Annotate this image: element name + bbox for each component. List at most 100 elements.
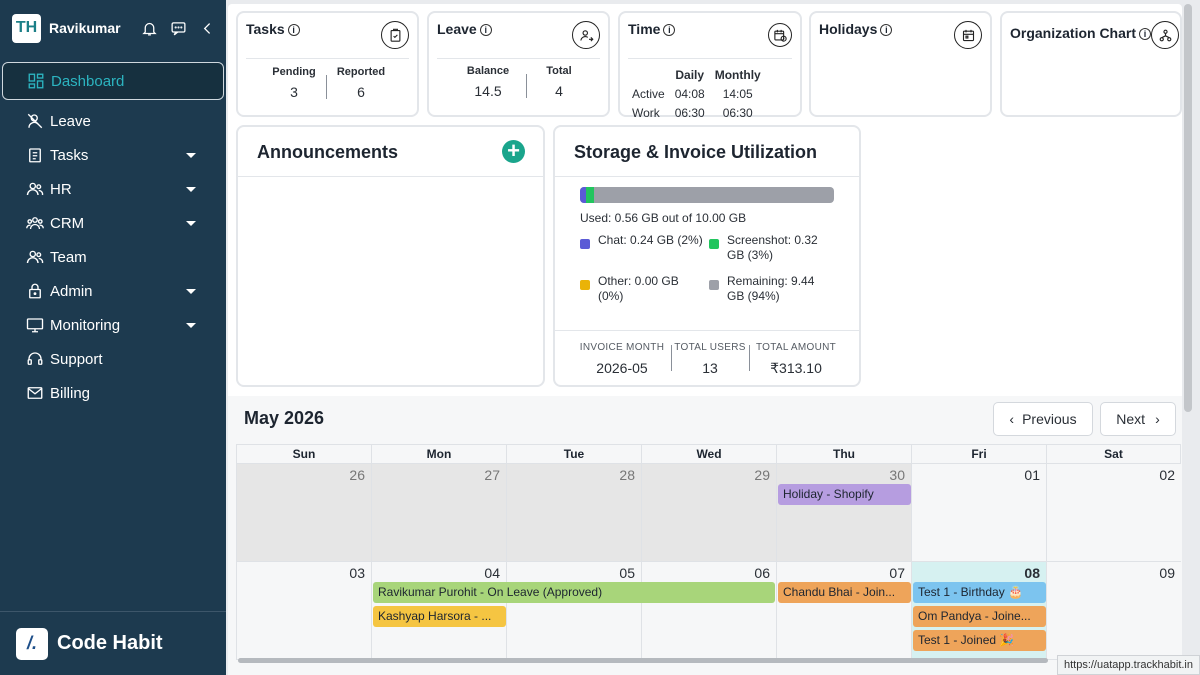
previous-button[interactable]: ‹ Previous bbox=[993, 402, 1093, 436]
sidebar-item-support[interactable]: Support bbox=[0, 342, 226, 376]
calendar-week: 03 04 05 06 07 08 09 Ravikumar Purohit -… bbox=[236, 562, 1182, 660]
calendar-event[interactable]: Om Pandya - Joine... bbox=[913, 606, 1046, 627]
mail-icon bbox=[27, 387, 43, 399]
storage-card: Storage & Invoice Utilization Used: 0.56… bbox=[553, 125, 861, 387]
calendar-week: 26 27 28 29 30 01 02 Holiday - Shopify bbox=[236, 464, 1182, 562]
weekday-label: Wed bbox=[641, 444, 776, 464]
company-name: Code Habit bbox=[57, 632, 163, 654]
calendar-event[interactable]: Ravikumar Purohit - On Leave (Approved) bbox=[373, 582, 775, 603]
info-icon[interactable]: i bbox=[479, 24, 492, 36]
info-icon[interactable]: i bbox=[663, 24, 676, 36]
time-card[interactable]: Time i Daily Monthly Active 04:08 14:05 Work… bbox=[618, 11, 802, 120]
calendar-day[interactable]: 01 bbox=[911, 464, 1046, 562]
sidebar-item-label: Tasks bbox=[50, 146, 89, 164]
sidebar-item-label: Admin bbox=[50, 282, 93, 300]
calendar-event[interactable]: Chandu Bhai - Join... bbox=[778, 582, 911, 603]
weekday-label: Tue bbox=[506, 444, 641, 464]
sidebar-footer: /. Code Habit bbox=[0, 611, 226, 675]
app-logo[interactable]: TH bbox=[12, 13, 41, 43]
company-logo: /. bbox=[16, 627, 48, 660]
sidebar-item-label: Monitoring bbox=[50, 316, 121, 334]
total-users: TOTAL USERS 13 bbox=[674, 342, 746, 376]
storage-title: Storage & Invoice Utilization bbox=[574, 142, 818, 162]
calendar-day[interactable]: 09 bbox=[1046, 562, 1181, 660]
calendar-day[interactable]: 29 bbox=[641, 464, 776, 562]
dashboard-icon bbox=[28, 73, 44, 89]
add-announcement-button[interactable]: + bbox=[502, 140, 525, 163]
calendar-day[interactable]: 03 bbox=[236, 562, 371, 660]
calendar-icon[interactable] bbox=[954, 21, 982, 49]
total-amount: TOTAL AMOUNT ₹313.10 bbox=[755, 342, 837, 376]
collapse-chevron-icon[interactable] bbox=[199, 20, 216, 37]
sidebar-item-hr[interactable]: HR bbox=[0, 172, 226, 206]
sidebar-item-dashboard[interactable]: Dashboard bbox=[2, 62, 224, 100]
weekday-header: Sun Mon Tue Wed Thu Fri Sat bbox=[236, 444, 1182, 464]
calendar-month-title: May 2026 bbox=[244, 408, 325, 428]
info-icon[interactable]: i bbox=[880, 24, 893, 36]
bell-icon[interactable] bbox=[141, 20, 158, 37]
sidebar-nav: Dashboard Leave Tasks HR CRM Team Admin bbox=[0, 62, 226, 410]
chevron-down-icon bbox=[186, 289, 196, 294]
sidebar-item-admin[interactable]: Admin bbox=[0, 274, 226, 308]
group-icon bbox=[26, 217, 44, 230]
chevron-down-icon bbox=[186, 187, 196, 192]
sidebar-item-monitoring[interactable]: Monitoring bbox=[0, 308, 226, 342]
calendar-day[interactable]: 26 bbox=[236, 464, 371, 562]
sidebar-item-tasks[interactable]: Tasks bbox=[0, 138, 226, 172]
leave-balance: Balance 14.5 bbox=[466, 65, 510, 99]
info-icon[interactable]: i bbox=[1139, 28, 1152, 40]
calendar-event[interactable]: Test 1 - Joined 🎉 bbox=[913, 630, 1046, 651]
weekday-label: Thu bbox=[776, 444, 911, 464]
sidebar-item-label: Support bbox=[50, 350, 103, 368]
tasks-card[interactable]: Tasks i Pending 3 Reported 6 bbox=[236, 11, 419, 117]
headset-icon bbox=[27, 352, 43, 365]
main-content: Tasks i Pending 3 Reported 6 Leave i Balan… bbox=[228, 4, 1182, 675]
chevron-down-icon bbox=[186, 221, 196, 226]
calendar-day[interactable]: 05 bbox=[506, 562, 641, 660]
leave-card[interactable]: Leave i Balance 14.5 Total 4 bbox=[427, 11, 610, 117]
vertical-scrollbar[interactable] bbox=[1184, 4, 1192, 412]
calendar-event[interactable]: Kashyap Harsora - ... bbox=[373, 606, 506, 627]
storage-used-text: Used: 0.56 GB out of 10.00 GB bbox=[580, 211, 747, 225]
tasks-title: Tasks bbox=[246, 21, 285, 37]
calendar-day[interactable]: 06 bbox=[641, 562, 776, 660]
holidays-card[interactable]: Holidays i bbox=[809, 11, 992, 117]
calendar-day[interactable]: 28 bbox=[506, 464, 641, 562]
calendar-day[interactable]: 27 bbox=[371, 464, 506, 562]
calendar-event[interactable]: Holiday - Shopify bbox=[778, 484, 911, 505]
calendar-day[interactable]: 02 bbox=[1046, 464, 1181, 562]
monitor-icon bbox=[26, 318, 44, 333]
sidebar-item-label: Leave bbox=[50, 112, 91, 130]
legend-other: Other: 0.00 GB (0%) bbox=[580, 274, 706, 304]
sidebar-item-leave[interactable]: Leave bbox=[0, 104, 226, 138]
calendar-event[interactable]: Test 1 - Birthday 🎂 bbox=[913, 582, 1046, 603]
info-icon[interactable]: i bbox=[287, 24, 300, 36]
org-chart-card[interactable]: Organization Chart i bbox=[1000, 11, 1182, 117]
sidebar-item-label: Team bbox=[50, 248, 87, 266]
sidebar-item-billing[interactable]: Billing bbox=[0, 376, 226, 410]
user-arrow-icon[interactable] bbox=[572, 21, 600, 49]
time-title: Time bbox=[628, 21, 661, 37]
leave-total: Total 4 bbox=[546, 65, 572, 99]
calendar-day[interactable]: 30 bbox=[776, 464, 911, 562]
invoice-month: INVOICE MONTH 2026-05 bbox=[579, 342, 665, 376]
next-button[interactable]: Next › bbox=[1100, 402, 1176, 436]
status-url: https://uatapp.trackhabit.in bbox=[1056, 655, 1200, 675]
calendar-day[interactable]: 07 bbox=[776, 562, 911, 660]
weekday-label: Sun bbox=[236, 444, 371, 464]
time-table: Daily Monthly Active 04:08 14:05 Work 06:30 0… bbox=[632, 67, 761, 120]
tasks-reported: Reported 6 bbox=[336, 66, 386, 100]
weekday-label: Sat bbox=[1046, 444, 1181, 464]
sidebar-item-team[interactable]: Team bbox=[0, 240, 226, 274]
sidebar-item-crm[interactable]: CRM bbox=[0, 206, 226, 240]
org-chart-icon[interactable] bbox=[1151, 21, 1179, 49]
clipboard-check-icon[interactable] bbox=[381, 21, 409, 49]
org-chart-title: Organization Chart bbox=[1010, 25, 1137, 41]
sidebar-item-label: HR bbox=[50, 180, 72, 198]
chat-icon[interactable] bbox=[170, 20, 187, 37]
leave-title: Leave bbox=[437, 21, 477, 37]
chevron-down-icon bbox=[186, 323, 196, 328]
horizontal-scrollbar[interactable] bbox=[238, 658, 1048, 663]
calendar-clock-icon[interactable] bbox=[768, 23, 792, 47]
storage-usage-bar bbox=[580, 187, 834, 203]
